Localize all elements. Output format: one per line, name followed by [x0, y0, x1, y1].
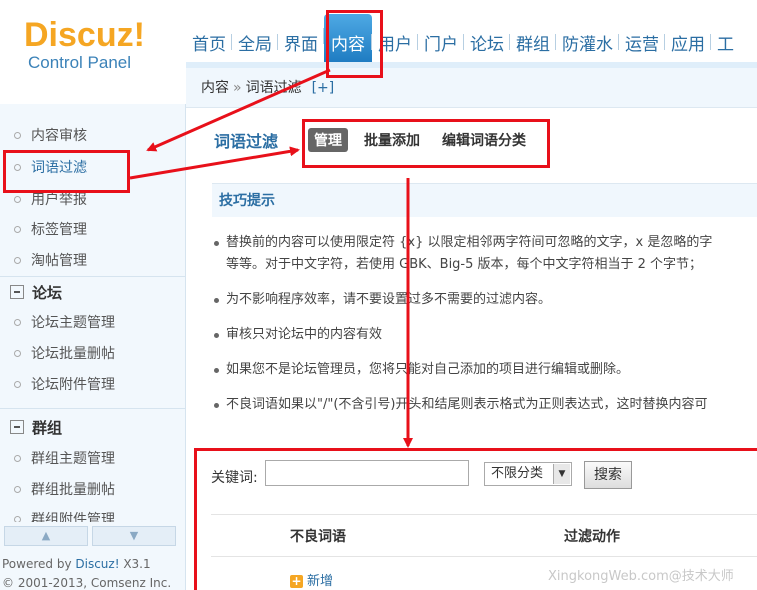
sidebar-item-label: 标签管理: [31, 222, 87, 238]
tip-item-continued: 等等。对于中文字符，若使用 GBK、Big-5 版本，每个中文字符相当于 2 个…: [226, 254, 702, 276]
sidebar-group-label: 论坛: [32, 284, 63, 302]
annotation-box-nav: [326, 10, 383, 78]
tip-text: 审核只对论坛中的内容有效: [226, 327, 383, 342]
nav-forum[interactable]: 论坛: [463, 20, 510, 65]
sidebar-scroll-controls: ▲ ▼: [4, 526, 176, 546]
nav-operation[interactable]: 运营: [618, 20, 665, 65]
collapse-icon: [10, 284, 24, 299]
nav-group[interactable]: 群组: [509, 20, 556, 65]
bullet-icon: [14, 454, 21, 462]
breadcrumb: 内容» 词语过滤 [+]: [186, 68, 757, 108]
logo-subtitle: Control Panel: [28, 53, 132, 72]
bullet-icon: [14, 131, 21, 139]
sidebar-group-label: 群组: [32, 419, 63, 437]
top-navigation: 首页 全局 界面 内容 用户 门户 论坛 群组 防灌水 运营 应用 工: [186, 14, 740, 66]
nav-tools[interactable]: 工: [710, 20, 740, 65]
collapse-icon: [10, 419, 24, 434]
sidebar-item-label: 群组主题管理: [31, 451, 115, 467]
nav-antispam[interactable]: 防灌水: [555, 20, 619, 65]
bullet-icon: [14, 225, 21, 233]
breadcrumb-current: 词语过滤: [245, 80, 302, 96]
sidebar-group-group[interactable]: 群组: [10, 416, 62, 440]
sidebar-item-group-attachments[interactable]: 群组附件管理: [14, 508, 115, 522]
nav-global[interactable]: 全局: [231, 20, 278, 65]
breadcrumb-expand-link[interactable]: [+]: [312, 80, 335, 96]
bullet-icon: [14, 515, 21, 522]
tip-text: 替换前的内容可以使用限定符 {x} 以限定相邻两字符间可忽略的文字，x 是忽略的…: [226, 235, 713, 250]
sidebar-item-label: 用户举报: [31, 192, 87, 208]
bullet-icon: [14, 318, 21, 326]
sidebar-item-content-audit[interactable]: 内容审核: [14, 124, 87, 148]
sidebar-item-group-batch-delete[interactable]: 群组批量删帖: [14, 478, 115, 502]
sidebar-item-label: 群组附件管理: [31, 512, 115, 522]
annotation-box-sidebar: [3, 150, 130, 193]
nav-apps[interactable]: 应用: [664, 20, 711, 65]
sidebar-item-forum-threads[interactable]: 论坛主题管理: [14, 311, 115, 335]
tip-text: 等等。对于中文字符，若使用 GBK、Big-5 版本，每个中文字符相当于 2 个…: [226, 257, 703, 272]
logo-text: Discuz!: [24, 16, 145, 54]
sidebar-item-forum-batch-delete[interactable]: 论坛批量删帖: [14, 342, 115, 366]
bullet-icon: [214, 403, 219, 408]
powered-prefix: Powered by: [2, 557, 76, 571]
sidebar-divider: [0, 408, 186, 409]
sidebar-item-label: 论坛主题管理: [31, 315, 115, 331]
sidebar-item-collection-manage[interactable]: 淘帖管理: [14, 249, 87, 273]
bullet-icon: [214, 298, 219, 303]
tips-header: 技巧提示: [212, 183, 757, 217]
sidebar-item-label: 内容审核: [31, 128, 87, 144]
copyright: © 2001-2013, Comsenz Inc.: [2, 576, 172, 590]
watermark: XingkongWeb.com@技术大师: [548, 569, 734, 584]
tip-item: 如果您不是论坛管理员，您将只能对自己添加的项目进行编辑或删除。: [214, 359, 630, 381]
bullet-icon: [214, 368, 219, 373]
tip-text: 不良词语如果以"/"(不含引号)开头和结尾则表示格式为正则表达式，这时替换内容可: [226, 397, 708, 412]
bullet-icon: [14, 195, 21, 203]
nav-style[interactable]: 界面: [277, 20, 324, 65]
sidebar-item-label: 群组批量删帖: [31, 482, 115, 498]
sidebar-group-forum[interactable]: 论坛: [10, 281, 62, 305]
bullet-icon: [14, 380, 21, 388]
tip-item: 替换前的内容可以使用限定符 {x} 以限定相邻两字符间可忽略的文字，x 是忽略的…: [214, 232, 713, 254]
annotation-box-subtabs: [302, 119, 550, 168]
sidebar-item-tag-manage[interactable]: 标签管理: [14, 218, 87, 242]
bullet-icon: [14, 349, 21, 357]
bullet-icon: [214, 241, 219, 246]
powered-by: Powered by Discuz! X3.1: [2, 557, 151, 571]
discuz-logo[interactable]: Discuz! Control Panel: [24, 18, 145, 73]
bullet-icon: [214, 333, 219, 338]
sidebar-item-label: 论坛批量删帖: [31, 346, 115, 362]
powered-version: X3.1: [119, 557, 151, 571]
tip-item: 审核只对论坛中的内容有效: [214, 324, 383, 346]
bullet-icon: [14, 485, 21, 493]
scroll-up-button[interactable]: ▲: [4, 526, 88, 546]
tip-text: 如果您不是论坛管理员，您将只能对自己添加的项目进行编辑或删除。: [226, 362, 630, 377]
page-title: 词语过滤: [214, 132, 279, 151]
breadcrumb-parent[interactable]: 内容: [201, 80, 229, 96]
tip-item: 为不影响程序效率，请不要设置过多不需要的过滤内容。: [214, 289, 552, 311]
tip-text: 为不影响程序效率，请不要设置过多不需要的过滤内容。: [226, 292, 552, 307]
sidebar-item-forum-attachments[interactable]: 论坛附件管理: [14, 373, 115, 397]
nav-portal[interactable]: 门户: [417, 20, 464, 65]
sidebar-divider: [0, 276, 186, 277]
tip-item: 不良词语如果以"/"(不含引号)开头和结尾则表示格式为正则表达式，这时替换内容可: [214, 394, 708, 416]
sidebar-item-group-threads[interactable]: 群组主题管理: [14, 447, 115, 471]
breadcrumb-separator: »: [233, 80, 242, 96]
sidebar-item-label: 淘帖管理: [31, 253, 87, 269]
powered-brand-link[interactable]: Discuz!: [75, 557, 119, 571]
bullet-icon: [14, 256, 21, 264]
sidebar-item-label: 论坛附件管理: [31, 377, 115, 393]
nav-home[interactable]: 首页: [186, 20, 232, 65]
scroll-down-button[interactable]: ▼: [92, 526, 176, 546]
